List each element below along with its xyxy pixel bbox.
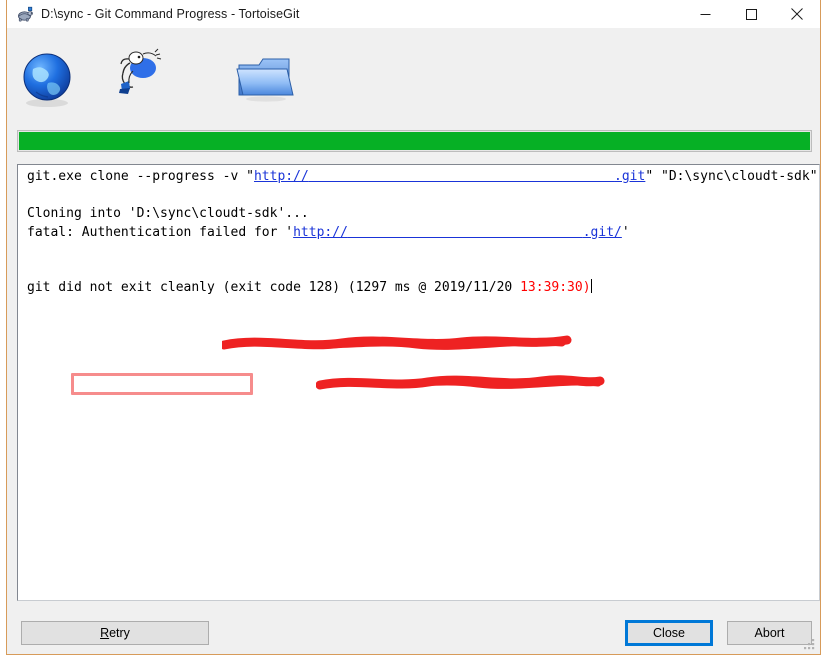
retry-button[interactable]: Retry — [21, 621, 209, 645]
log-segment[interactable]: .git — [614, 169, 645, 184]
log-segment[interactable]: .git/ — [583, 225, 622, 240]
log-segment: git.exe clone --progress -v " — [27, 169, 254, 184]
log-segment: 13:39:30) — [520, 280, 591, 295]
git-command-progress-window: D:\sync - Git Command Progress - Tortois… — [6, 0, 821, 655]
folder-icon — [233, 49, 297, 113]
title-bar: D:\sync - Git Command Progress - Tortois… — [7, 0, 820, 29]
log-line-blank-2 — [27, 242, 815, 261]
log-segment[interactable]: http:// — [293, 225, 348, 240]
log-segment: fatal: Authentication failed for ' — [27, 224, 294, 240]
log-segment: git did not exit cleanly (exit code 128)… — [27, 280, 521, 295]
log-segment[interactable]: http:// — [254, 169, 309, 184]
toolbar — [7, 29, 820, 123]
window-outer-right-gap — [821, 0, 827, 661]
url-redaction-scribble-command — [222, 335, 572, 350]
retry-button-label: Retry — [100, 626, 130, 640]
log-line-cloning-line: Cloning into 'D:\sync\cloudt-sdk'... — [27, 205, 815, 224]
window-controls — [682, 0, 820, 28]
text-caret — [590, 279, 592, 293]
dialog-footer: Retry Close Abort — [7, 607, 820, 654]
close-button[interactable]: Close — [625, 620, 713, 646]
log-line-command-line: git.exe clone --progress -v "http:// .gi… — [27, 168, 818, 187]
close-button-label: Close — [653, 626, 685, 640]
log-line-exit-line: git did not exit cleanly (exit code 128)… — [27, 279, 815, 298]
log-segment: Cloning into 'D:\sync\cloudt-sdk'... — [27, 206, 309, 221]
progress-bar-fill — [19, 132, 810, 150]
progress-bar — [17, 130, 812, 152]
log-segment[interactable] — [348, 225, 583, 240]
log-segment[interactable] — [309, 169, 614, 184]
abort-button-label: Abort — [754, 626, 785, 640]
authentication-failed-highlight-box — [71, 373, 253, 395]
close-icon[interactable] — [774, 0, 820, 28]
log-line-blank-1 — [27, 187, 815, 206]
abort-button[interactable]: Abort — [727, 621, 812, 645]
log-line-fatal-line: fatal: Authentication failed for 'http:/… — [27, 224, 815, 243]
running-figure-icon — [103, 41, 167, 105]
log-segment: " "D:\sync\cloudt-sdk" — [645, 169, 818, 184]
url-redaction-scribble-fatal — [316, 375, 605, 390]
window-title: D:\sync - Git Command Progress - Tortois… — [41, 7, 300, 21]
resize-grip-icon[interactable] — [803, 638, 816, 651]
log-text-content: git.exe clone --progress -v "http:// .gi… — [27, 168, 818, 298]
log-line-blank-3 — [27, 261, 815, 280]
globe-icon — [17, 47, 81, 111]
minimize-icon[interactable] — [682, 0, 728, 28]
maximize-icon[interactable] — [728, 0, 774, 28]
git-output-log[interactable]: git.exe clone --progress -v "http:// .gi… — [17, 164, 820, 601]
tortoisegit-turtle-icon — [16, 5, 34, 23]
log-segment: ' — [621, 224, 630, 240]
window-outer-bottom-gap — [0, 655, 827, 661]
